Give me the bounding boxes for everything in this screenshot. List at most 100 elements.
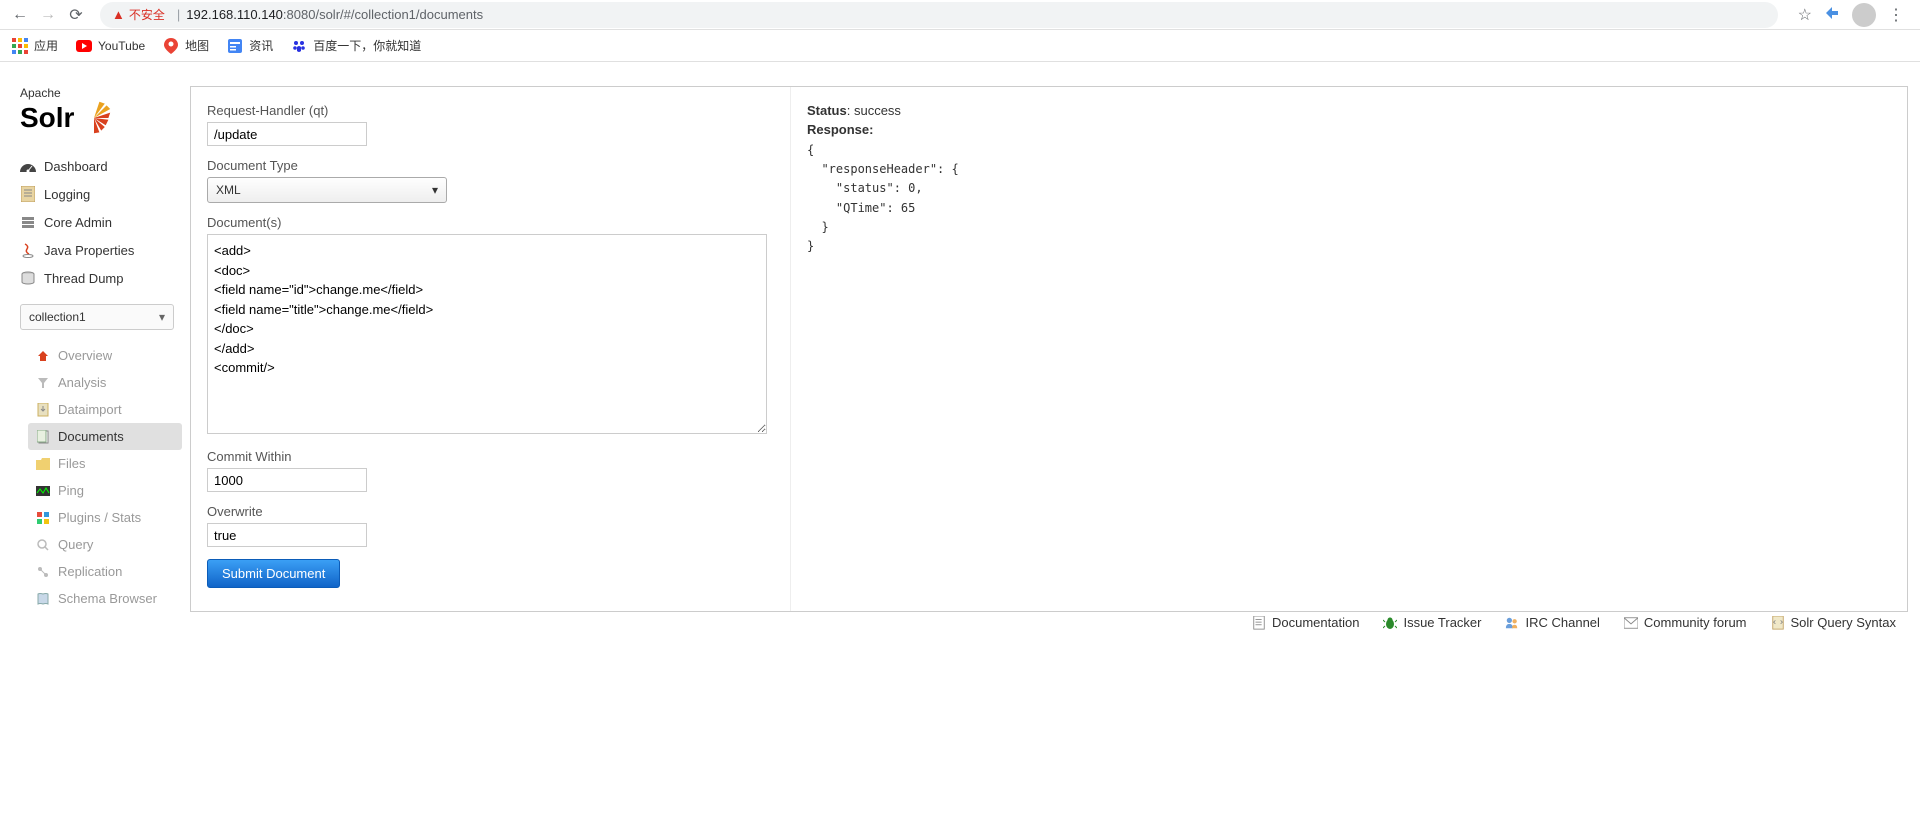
subnav-dataimport[interactable]: Dataimport bbox=[28, 396, 182, 423]
status-label: Status bbox=[807, 103, 847, 118]
url-domain: 192.168.110.140 bbox=[186, 7, 283, 22]
nav-thread-dump[interactable]: Thread Dump bbox=[12, 264, 182, 292]
chevron-down-icon: ▾ bbox=[159, 310, 165, 324]
funnel-icon bbox=[36, 376, 50, 390]
nav-dashboard-label: Dashboard bbox=[44, 159, 108, 174]
forward-button[interactable]: → bbox=[36, 3, 60, 27]
subnav-files-label: Files bbox=[58, 456, 85, 471]
subnav-analysis[interactable]: Analysis bbox=[28, 369, 182, 396]
overwrite-label: Overwrite bbox=[207, 504, 774, 519]
response-panel: Status: success Response: { "responseHea… bbox=[791, 87, 1907, 611]
bookmark-youtube[interactable]: YouTube bbox=[76, 38, 145, 54]
dashboard-icon bbox=[20, 158, 36, 174]
reload-button[interactable]: ⟳ bbox=[64, 3, 88, 27]
news-icon bbox=[227, 38, 243, 54]
subnav-plugins[interactable]: Plugins / Stats bbox=[28, 504, 182, 531]
subnav-query-label: Query bbox=[58, 537, 93, 552]
subnav-replication[interactable]: Replication bbox=[28, 558, 182, 585]
core-selector-value: collection1 bbox=[29, 310, 86, 324]
profile-avatar[interactable] bbox=[1852, 3, 1876, 27]
logo: Apache Solr bbox=[20, 86, 182, 136]
browser-menu-icon[interactable]: ⋮ bbox=[1888, 5, 1904, 25]
subnav-overview[interactable]: Overview bbox=[28, 342, 182, 369]
youtube-icon bbox=[76, 38, 92, 54]
url-path: /solr/#/collection1/documents bbox=[315, 7, 483, 22]
doc-icon bbox=[1252, 616, 1266, 630]
solr-sun-icon bbox=[76, 100, 112, 136]
browser-toolbar: ← → ⟳ ▲ 不安全 | 192.168.110.140:8080/solr/… bbox=[0, 0, 1920, 30]
documents-textarea[interactable] bbox=[207, 234, 767, 434]
bookmark-news[interactable]: 资讯 bbox=[227, 37, 273, 54]
bookmark-baidu[interactable]: 百度一下，你就知道 bbox=[291, 37, 421, 54]
plugins-icon bbox=[36, 511, 50, 525]
doc-type-label: Document Type bbox=[207, 158, 774, 173]
doc-type-select[interactable]: XML ▾ bbox=[207, 177, 447, 203]
footer-irc[interactable]: IRC Channel bbox=[1505, 615, 1599, 630]
footer-forum[interactable]: Community forum bbox=[1624, 615, 1747, 630]
subnav-documents-label: Documents bbox=[58, 429, 124, 444]
replication-icon bbox=[36, 565, 50, 579]
footer-documentation[interactable]: Documentation bbox=[1252, 615, 1359, 630]
submit-document-button[interactable]: Submit Document bbox=[207, 559, 340, 588]
overwrite-input[interactable] bbox=[207, 523, 367, 547]
nav-core-admin-label: Core Admin bbox=[44, 215, 112, 230]
request-handler-input[interactable] bbox=[207, 122, 367, 146]
back-button[interactable]: ← bbox=[8, 3, 32, 27]
subnav-documents[interactable]: Documents bbox=[28, 423, 182, 450]
nav-logging[interactable]: Logging bbox=[12, 180, 182, 208]
bookmark-star-icon[interactable]: ☆ bbox=[1798, 5, 1812, 25]
bug-icon bbox=[1383, 616, 1397, 630]
ping-icon bbox=[36, 484, 50, 498]
response-label: Response: bbox=[807, 122, 873, 137]
subnav-ping-label: Ping bbox=[58, 483, 84, 498]
subnav-analysis-label: Analysis bbox=[58, 375, 106, 390]
subnav-schema-label: Schema Browser bbox=[58, 591, 157, 606]
maps-icon bbox=[163, 38, 179, 54]
subnav-query[interactable]: Query bbox=[28, 531, 182, 558]
nav-core-admin[interactable]: Core Admin bbox=[12, 208, 182, 236]
subnav-dataimport-label: Dataimport bbox=[58, 402, 122, 417]
footer-query-syntax[interactable]: Solr Query Syntax bbox=[1771, 615, 1897, 630]
doc-type-value: XML bbox=[216, 183, 241, 197]
chevron-down-icon: ▾ bbox=[432, 183, 438, 197]
apps-icon bbox=[12, 38, 28, 54]
search-icon bbox=[36, 538, 50, 552]
bookmark-apps[interactable]: 应用 bbox=[12, 37, 58, 54]
sidebar: Apache Solr bbox=[12, 86, 182, 612]
response-body: { "responseHeader": { "status": 0, "QTim… bbox=[807, 141, 1891, 256]
subnav-files[interactable]: Files bbox=[28, 450, 182, 477]
commit-within-input[interactable] bbox=[207, 468, 367, 492]
import-icon bbox=[36, 403, 50, 417]
bookmark-maps[interactable]: 地图 bbox=[163, 37, 209, 54]
core-selector[interactable]: collection1 ▾ bbox=[20, 304, 174, 330]
thread-dump-icon bbox=[20, 270, 36, 286]
footer-issue-tracker[interactable]: Issue Tracker bbox=[1383, 615, 1481, 630]
nav-logging-label: Logging bbox=[44, 187, 90, 202]
logo-brand-main: Solr bbox=[20, 102, 74, 134]
logging-icon bbox=[20, 186, 36, 202]
status-value: success bbox=[854, 103, 901, 118]
nav-thread-dump-label: Thread Dump bbox=[44, 271, 123, 286]
users-icon bbox=[1505, 616, 1519, 630]
subnav-replication-label: Replication bbox=[58, 564, 122, 579]
subnav-overview-label: Overview bbox=[58, 348, 112, 363]
book-icon bbox=[36, 592, 50, 606]
mail-icon bbox=[1624, 616, 1638, 630]
footer-links: Documentation Issue Tracker IRC Channel … bbox=[1252, 615, 1896, 630]
nav-dashboard[interactable]: Dashboard bbox=[12, 152, 182, 180]
nav-java-props-label: Java Properties bbox=[44, 243, 134, 258]
request-handler-label: Request-Handler (qt) bbox=[207, 103, 774, 118]
subnav-ping[interactable]: Ping bbox=[28, 477, 182, 504]
documents-icon bbox=[36, 430, 50, 444]
baidu-icon bbox=[291, 38, 307, 54]
url-bar[interactable]: ▲ 不安全 | 192.168.110.140:8080/solr/#/coll… bbox=[100, 2, 1778, 28]
commit-within-label: Commit Within bbox=[207, 449, 774, 464]
subnav-plugins-label: Plugins / Stats bbox=[58, 510, 141, 525]
warning-icon: ▲ bbox=[112, 7, 125, 22]
content-panel: Request-Handler (qt) Document Type XML ▾… bbox=[190, 86, 1908, 612]
subnav-schema[interactable]: Schema Browser bbox=[28, 585, 182, 612]
nav-java-properties[interactable]: Java Properties bbox=[12, 236, 182, 264]
java-icon bbox=[20, 242, 36, 258]
extension-icon[interactable] bbox=[1824, 5, 1840, 24]
folder-icon bbox=[36, 457, 50, 471]
